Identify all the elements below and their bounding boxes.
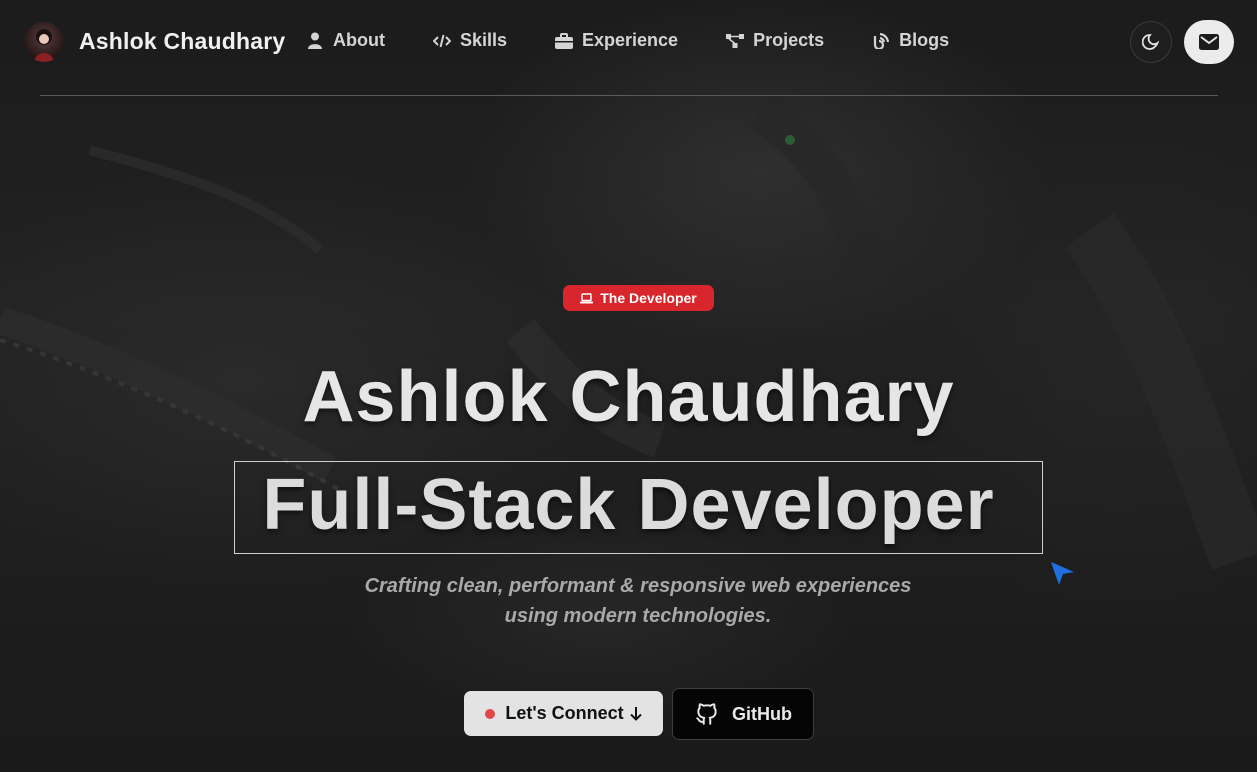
envelope-icon bbox=[1199, 34, 1219, 50]
github-icon bbox=[694, 701, 720, 727]
briefcase-icon bbox=[555, 32, 574, 50]
brand-name[interactable]: Ashlok Chaudhary bbox=[79, 28, 285, 55]
nav-links: About Skills Experience Projects Blogs bbox=[306, 30, 997, 51]
nav-item-projects[interactable]: Projects bbox=[726, 30, 824, 51]
nav-item-label: Blogs bbox=[899, 30, 950, 50]
user-icon bbox=[306, 32, 324, 50]
lets-connect-button[interactable]: Let's Connect bbox=[464, 691, 663, 736]
contact-email-button[interactable] bbox=[1184, 20, 1234, 64]
nav-item-label: About bbox=[333, 30, 385, 50]
laptop-icon bbox=[580, 292, 594, 304]
hero-name: Ashlok Chaudhary bbox=[302, 357, 955, 437]
navbar-divider bbox=[40, 95, 1218, 96]
moon-icon bbox=[1142, 33, 1160, 51]
nav-item-about[interactable]: About bbox=[306, 30, 385, 51]
nav-item-label: Projects bbox=[753, 30, 825, 50]
avatar-illustration bbox=[34, 29, 54, 62]
hero-role: Full-Stack Developer bbox=[262, 465, 995, 545]
tagline-line-1: Crafting clean, performant & responsive … bbox=[364, 575, 912, 597]
navbar: Ashlok Chaudhary About Skills Experience bbox=[0, 0, 1257, 86]
github-label: GitHub bbox=[732, 703, 792, 724]
nav-item-skills[interactable]: Skills bbox=[432, 30, 508, 51]
hero-tagline: Crafting clean, performant & responsive … bbox=[328, 571, 948, 631]
blog-icon bbox=[872, 32, 890, 50]
role-badge: The Developer bbox=[563, 285, 714, 311]
avatar[interactable] bbox=[24, 22, 64, 62]
nav-item-label: Skills bbox=[459, 30, 508, 50]
theme-toggle-button[interactable] bbox=[1130, 21, 1172, 63]
mouse-cursor-icon bbox=[1050, 561, 1076, 592]
diagram-icon bbox=[726, 32, 745, 50]
badge-label: The Developer bbox=[600, 290, 697, 306]
tagline-line-2: using modern technologies. bbox=[504, 605, 772, 627]
code-icon bbox=[432, 32, 451, 50]
nav-item-blogs[interactable]: Blogs bbox=[872, 30, 949, 51]
status-dot bbox=[485, 708, 496, 719]
nav-item-label: Experience bbox=[582, 30, 679, 50]
arrow-down-icon bbox=[629, 706, 642, 721]
nav-item-experience[interactable]: Experience bbox=[555, 30, 678, 51]
connect-label: Let's Connect bbox=[505, 703, 624, 723]
github-button[interactable]: GitHub bbox=[672, 688, 814, 740]
portfolio-page: Ashlok Chaudhary About Skills Experience bbox=[0, 0, 1257, 772]
